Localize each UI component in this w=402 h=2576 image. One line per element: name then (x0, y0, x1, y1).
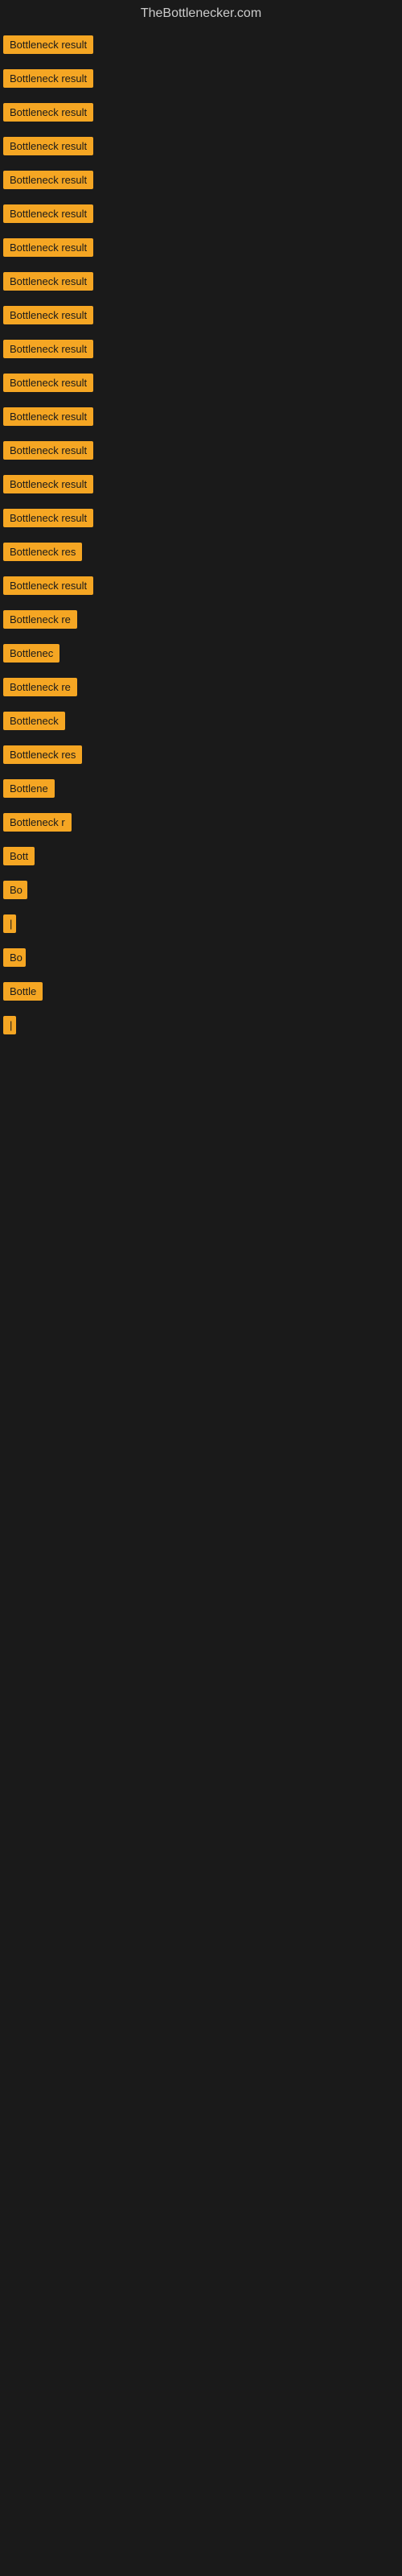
bottleneck-badge[interactable]: Bottleneck result (3, 103, 93, 122)
bottleneck-badge[interactable]: Bottle (3, 982, 43, 1001)
list-item: Bottleneck result (0, 200, 402, 232)
bottleneck-badge[interactable]: | (3, 1016, 16, 1034)
list-item: Bottleneck result (0, 267, 402, 299)
list-item: Bo (0, 876, 402, 908)
list-item: Bottleneck result (0, 233, 402, 266)
bottleneck-badge[interactable]: Bottleneck result (3, 272, 93, 291)
bottleneck-badge[interactable]: Bottleneck result (3, 374, 93, 392)
bottleneck-badge[interactable]: Bottleneck result (3, 441, 93, 460)
bottleneck-badge[interactable]: Bottleneck (3, 712, 65, 730)
bottleneck-badge[interactable]: Bo (3, 881, 27, 899)
bottleneck-list: Bottleneck result Bottleneck result Bottle… (0, 27, 402, 1048)
list-item: Bottlene (0, 774, 402, 807)
bottleneck-badge[interactable]: Bottleneck result (3, 340, 93, 358)
bottleneck-badge[interactable]: Bottlenec (3, 644, 59, 663)
bottleneck-badge[interactable]: Bottleneck result (3, 69, 93, 88)
list-item: Bottleneck (0, 707, 402, 739)
list-item: Bottleneck res (0, 741, 402, 773)
bottleneck-badge[interactable]: Bottleneck result (3, 238, 93, 257)
list-item: Bottleneck result (0, 470, 402, 502)
list-item: Bottleneck result (0, 98, 402, 130)
bottleneck-badge[interactable]: Bottleneck re (3, 610, 77, 629)
list-item: Bottleneck r (0, 808, 402, 840)
list-item: Bottleneck result (0, 132, 402, 164)
list-item: Bottlenec (0, 639, 402, 671)
bottleneck-badge[interactable]: Bottleneck result (3, 576, 93, 595)
bottleneck-badge[interactable]: Bottleneck r (3, 813, 72, 832)
bottleneck-badge[interactable]: Bott (3, 847, 35, 865)
bottleneck-badge[interactable]: Bottleneck result (3, 306, 93, 324)
bottleneck-badge[interactable]: Bottlene (3, 779, 55, 798)
bottleneck-badge[interactable]: Bottleneck re (3, 678, 77, 696)
list-item: Bott (0, 842, 402, 874)
list-item: Bottleneck result (0, 335, 402, 367)
bottleneck-badge[interactable]: Bottleneck result (3, 475, 93, 493)
bottleneck-badge[interactable]: Bottleneck result (3, 204, 93, 223)
site-title: TheBottlenecker.com (0, 0, 402, 27)
list-item: Bottleneck result (0, 166, 402, 198)
list-item: | (0, 910, 402, 942)
list-item: Bottle (0, 977, 402, 1009)
list-item: Bottleneck result (0, 369, 402, 401)
list-item: Bottleneck result (0, 402, 402, 435)
list-item: Bottleneck re (0, 673, 402, 705)
bottleneck-badge[interactable]: Bottleneck result (3, 35, 93, 54)
list-item: Bottleneck result (0, 436, 402, 469)
list-item: Bottleneck result (0, 31, 402, 63)
bottleneck-badge[interactable]: Bo (3, 948, 26, 967)
list-item: Bottleneck res (0, 538, 402, 570)
list-item: Bottleneck re (0, 605, 402, 638)
list-item: Bo (0, 943, 402, 976)
list-item: | (0, 1011, 402, 1043)
list-item: Bottleneck result (0, 504, 402, 536)
bottleneck-badge[interactable]: Bottleneck res (3, 745, 82, 764)
bottleneck-badge[interactable]: Bottleneck result (3, 171, 93, 189)
bottleneck-badge[interactable]: Bottleneck result (3, 509, 93, 527)
bottleneck-badge[interactable]: Bottleneck result (3, 407, 93, 426)
list-item: Bottleneck result (0, 572, 402, 604)
list-item: Bottleneck result (0, 64, 402, 97)
bottleneck-badge[interactable]: Bottleneck res (3, 543, 82, 561)
list-item: Bottleneck result (0, 301, 402, 333)
bottleneck-badge[interactable]: Bottleneck result (3, 137, 93, 155)
bottleneck-badge[interactable]: | (3, 914, 16, 933)
